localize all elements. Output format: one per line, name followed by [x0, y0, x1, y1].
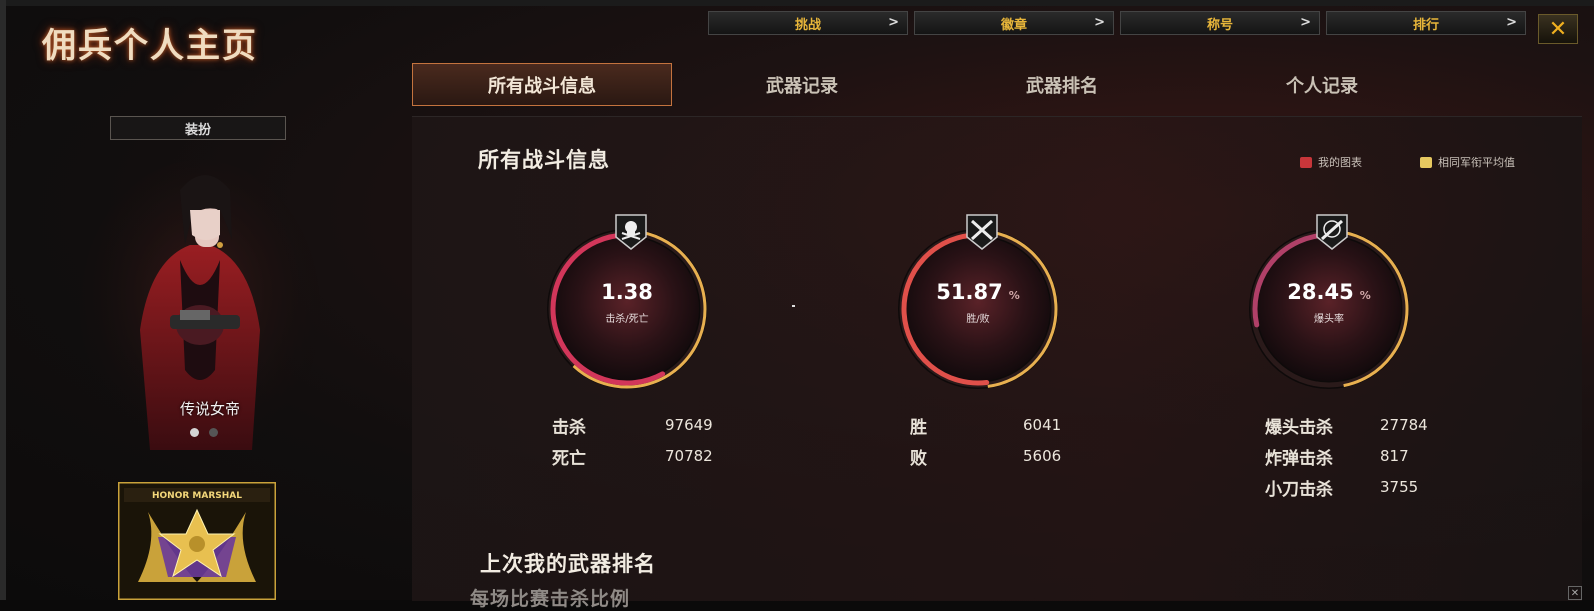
weapon-ranking-subtitle: 每场比赛击杀比例 [470, 588, 631, 610]
tab-weapon-ranking[interactable]: 武器排名 [932, 63, 1192, 106]
close-button[interactable]: ✕ [1538, 14, 1578, 44]
tab-bar: 所有战斗信息 武器记录 武器排名 个人记录 [412, 63, 1452, 106]
knife-kills-label: 小刀击杀 [1265, 480, 1333, 500]
deaths-label: 死亡 [552, 449, 586, 469]
badge-label: HONOR MARSHAL [152, 491, 242, 501]
top-nav-titles[interactable]: 称号 > [1120, 11, 1320, 35]
percent-unit: % [1008, 289, 1020, 302]
losses-label: 败 [910, 449, 927, 469]
headshot-label: 爆头率 [1314, 314, 1344, 325]
carousel-dot[interactable] [209, 428, 218, 437]
ring-inner-disc [555, 237, 699, 381]
kd-number: 1.38 [601, 280, 653, 304]
top-nav-challenge[interactable]: 挑战 > [708, 11, 908, 35]
chevron-right-icon: > [1506, 15, 1517, 30]
headshot-value: 28.45% [1244, 280, 1414, 304]
weapon-ranking-title: 上次我的武器排名 [480, 552, 656, 576]
legend-label: 相同军衔平均值 [1438, 156, 1515, 169]
dress-up-button[interactable]: 装扮 [110, 116, 286, 140]
percent-unit: % [1359, 289, 1371, 302]
dust-speck [792, 305, 795, 307]
chevron-right-icon: > [1300, 15, 1311, 30]
close-icon[interactable]: ✕ [1568, 586, 1582, 600]
tab-all-battle-info[interactable]: 所有战斗信息 [412, 63, 672, 106]
rank-badge: HONOR MARSHAL [118, 482, 276, 600]
section-title: 所有战斗信息 [478, 148, 610, 172]
skull-crossbones-icon [615, 214, 647, 250]
chevron-right-icon: > [1094, 15, 1105, 30]
carousel-dots [190, 428, 218, 437]
page-title: 佣兵个人主页 [42, 26, 258, 66]
bomb-kills-value: 817 [1380, 447, 1409, 465]
legend-swatch [1300, 156, 1312, 168]
kd-value: 1.38 [542, 280, 712, 304]
window-edge [0, 0, 6, 600]
top-nav-label: 挑战 [794, 17, 821, 33]
chevron-right-icon: > [888, 15, 899, 30]
legend-label: 我的图表 [1318, 156, 1362, 169]
kills-label: 击杀 [552, 418, 586, 438]
top-nav-badges[interactable]: 徽章 > [914, 11, 1114, 35]
legend-my-chart: 我的图表 [1300, 154, 1362, 170]
legend-swatch [1420, 156, 1432, 168]
top-nav-label: 称号 [1206, 17, 1233, 33]
wins-label: 胜 [910, 418, 927, 438]
ring-inner-disc [906, 237, 1050, 381]
bomb-kills-label: 炸弹击杀 [1265, 449, 1333, 469]
headshot-kills-label: 爆头击杀 [1265, 418, 1333, 438]
knife-kills-value: 3755 [1380, 478, 1419, 496]
winrate-label: 胜/败 [966, 314, 990, 325]
kd-label: 击杀/死亡 [605, 314, 649, 325]
winrate-number: 51.87 [936, 280, 1003, 304]
legend-rank-average: 相同军衔平均值 [1420, 154, 1515, 170]
winrate-value: 51.87% [893, 280, 1063, 304]
crosshair-rifle-icon [1316, 214, 1348, 250]
ring-inner-disc [1257, 237, 1401, 381]
carousel-dot-active[interactable] [190, 428, 199, 437]
crossed-rifles-icon [966, 214, 998, 250]
wins-value: 6041 [1023, 416, 1062, 434]
character-name: 传说女帝 [179, 400, 240, 418]
tab-personal-records[interactable]: 个人记录 [1192, 63, 1452, 106]
losses-value: 5606 [1023, 447, 1062, 465]
top-nav: 挑战 > 徽章 > 称号 > 排行 > [708, 11, 1526, 35]
tab-weapon-records[interactable]: 武器记录 [672, 63, 932, 106]
top-nav-ranking[interactable]: 排行 > [1326, 11, 1526, 35]
top-nav-label: 徽章 [1000, 17, 1027, 33]
kills-value: 97649 [665, 416, 713, 434]
close-icon: ✕ [1548, 16, 1568, 42]
deaths-value: 70782 [665, 447, 713, 465]
top-nav-label: 排行 [1412, 17, 1439, 33]
headshot-kills-value: 27784 [1380, 416, 1428, 434]
headshot-number: 28.45 [1287, 280, 1354, 304]
